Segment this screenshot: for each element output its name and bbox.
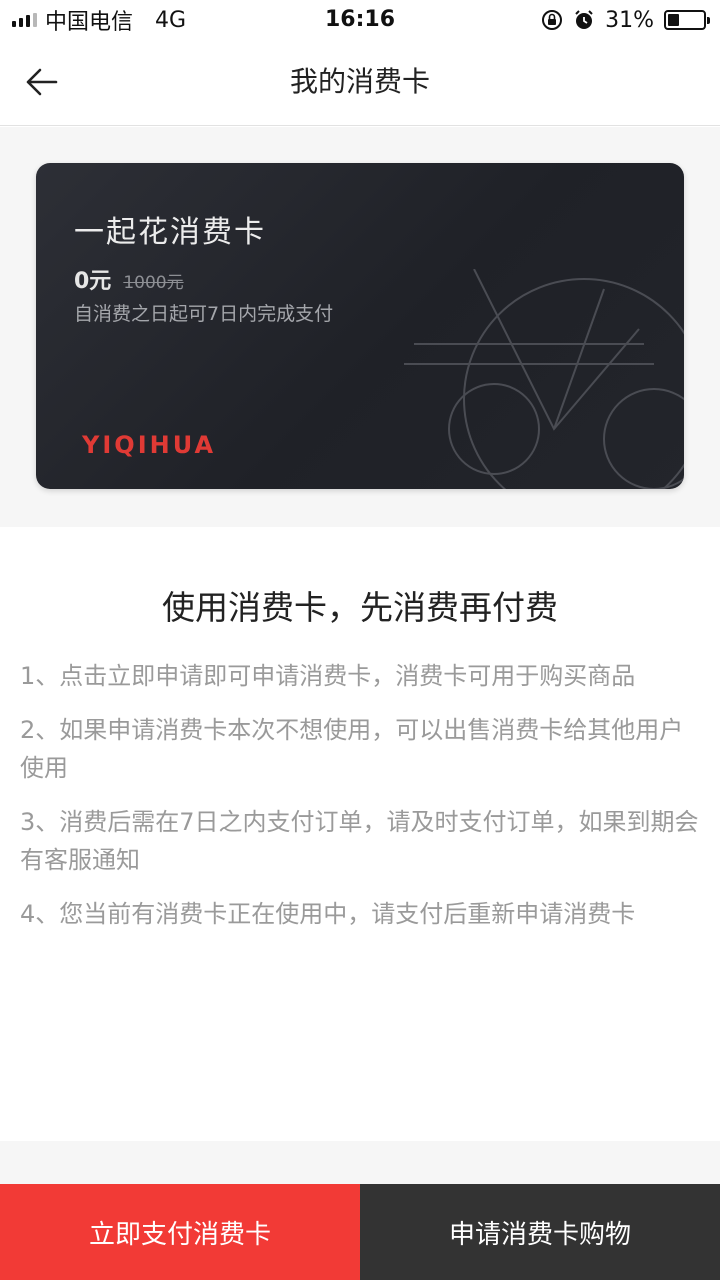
- alarm-icon: [575, 10, 593, 29]
- status-bar: 中国电信 4G 16:16 31%: [0, 0, 720, 40]
- status-right: 31%: [541, 6, 710, 34]
- rule-item: 3、消费后需在7日之内支付订单，请及时支付订单，如果到期会有客服通知: [20, 808, 699, 874]
- card-decoration-icon: [404, 269, 684, 489]
- rules-list: 1、点击立即申请即可申请消费卡，消费卡可用于购买商品 2、如果申请消费卡本次不想…: [20, 657, 700, 949]
- consumer-card[interactable]: 一起花消费卡 0元 1000元 自消费之日起可7日内完成支付 YIQIHUA: [36, 163, 684, 489]
- card-section: 一起花消费卡 0元 1000元 自消费之日起可7日内完成支付 YIQIHUA: [0, 127, 720, 527]
- card-name: 一起花消费卡: [74, 215, 266, 250]
- page-title: 我的消费卡: [289, 65, 430, 98]
- rule-item: 1、点击立即申请即可申请消费卡，消费卡可用于购买商品: [20, 662, 636, 690]
- apply-card-button[interactable]: 申请消费卡购物: [360, 1184, 720, 1280]
- battery-icon: [664, 10, 710, 30]
- rule-item: 2、如果申请消费卡本次不想使用，可以出售消费卡给其他用户使用: [20, 716, 684, 782]
- bottom-action-bar: 立即支付消费卡 申请消费卡购物: [0, 1184, 720, 1280]
- orientation-lock-icon: [542, 10, 563, 30]
- card-price: 0元 1000元: [74, 263, 184, 295]
- price-original: 1000元: [123, 273, 184, 293]
- battery-fill: [668, 14, 679, 26]
- pay-card-button[interactable]: 立即支付消费卡: [0, 1184, 360, 1280]
- card-description: 自消费之日起可7日内完成支付: [74, 303, 334, 325]
- rule-item: 4、您当前有消费卡正在使用中，请支付后重新申请消费卡: [20, 900, 636, 928]
- divider-strip: [0, 1141, 720, 1184]
- info-title: 使用消费卡，先消费再付费: [162, 588, 558, 627]
- battery-percent: 31%: [605, 7, 654, 33]
- card-brand-logo: YIQIHUA: [82, 431, 217, 459]
- price-current: 0元: [74, 269, 112, 294]
- nav-bar: 我的消费卡: [0, 40, 720, 126]
- info-section: 使用消费卡，先消费再付费 1、点击立即申请即可申请消费卡，消费卡可用于购买商品 …: [0, 527, 720, 1141]
